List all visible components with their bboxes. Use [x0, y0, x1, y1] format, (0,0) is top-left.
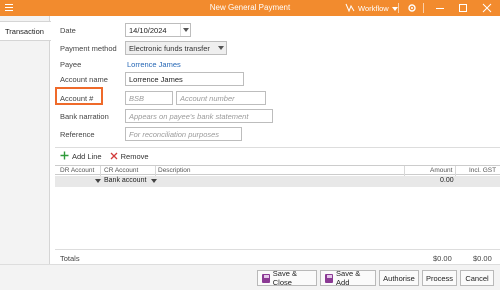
bsb-placeholder: BSB [129, 94, 145, 103]
payment-method-value: Electronic funds transfer [129, 44, 210, 53]
totals-row: Totals $0.00 $0.00 [55, 249, 500, 265]
reference-label: Reference [60, 130, 95, 139]
bsb-field[interactable]: BSB [125, 91, 173, 105]
reference-field[interactable]: For reconciliation purposes [125, 127, 242, 141]
process-label: Process [425, 273, 454, 283]
column-header-amount[interactable]: Amount [427, 166, 452, 176]
title-bar: New General Payment Workflow [0, 0, 500, 16]
table-row[interactable]: Bank account 0.00 [55, 176, 500, 187]
account-number-field[interactable]: Account number [176, 91, 266, 105]
column-divider[interactable] [455, 166, 456, 176]
chevron-down-icon [391, 4, 398, 13]
plus-icon [60, 151, 69, 162]
remove-button[interactable]: Remove [110, 152, 149, 162]
date-value: 14/10/2024 [129, 26, 167, 35]
window-title: New General Payment [209, 3, 291, 12]
date-field[interactable]: 14/10/2024 [125, 23, 191, 37]
title-separator [423, 3, 424, 13]
collapse-chevron-icon[interactable] [95, 178, 101, 185]
add-line-label: Add Line [72, 152, 102, 161]
cancel-button[interactable]: Cancel [460, 270, 494, 286]
reference-placeholder: For reconciliation purposes [129, 130, 220, 139]
chevron-down-icon[interactable] [180, 24, 190, 36]
column-header-dr-account[interactable]: DR Account [57, 166, 94, 176]
account-name-label: Account name [60, 75, 108, 84]
title-separator [398, 3, 399, 13]
grid-toolbar: Add Line Remove [55, 148, 500, 165]
process-button[interactable]: Process [422, 270, 457, 286]
row-amount: 0.00 [440, 177, 454, 184]
tab-transaction[interactable]: Transaction [0, 21, 51, 41]
maximize-icon[interactable] [457, 2, 469, 14]
save-close-label: Save & Close [272, 269, 297, 287]
date-label: Date [60, 26, 76, 35]
save-close-button[interactable]: Save & Close [257, 269, 317, 287]
gear-icon[interactable] [406, 2, 418, 14]
column-header-incl-gst[interactable]: Incl. GST [466, 166, 496, 176]
account-number-placeholder: Account number [180, 94, 235, 103]
bank-narration-label: Bank narration [60, 112, 109, 121]
add-line-button[interactable]: Add Line [60, 151, 102, 162]
payment-method-label: Payment method [60, 44, 117, 53]
chevron-down-icon[interactable] [151, 178, 157, 185]
payee-link[interactable]: Lorrence James [127, 60, 181, 69]
totals-incl-gst: $0.00 [473, 254, 492, 263]
bank-narration-placeholder: Appears on payee's bank statement [129, 112, 249, 121]
workflow-label: Workflow [358, 4, 389, 13]
save-icon [262, 273, 270, 283]
column-header-description[interactable]: Description [155, 166, 191, 176]
workflow-icon [345, 3, 355, 14]
tab-transaction-label: Transaction [5, 27, 44, 36]
payment-method-select[interactable]: Electronic funds transfer [125, 41, 227, 55]
bank-narration-field[interactable]: Appears on payee's bank statement [125, 109, 273, 123]
account-name-field[interactable]: Lorrence James [125, 72, 244, 86]
workflow-menu[interactable]: Workflow [345, 3, 398, 14]
remove-label: Remove [120, 152, 149, 161]
cancel-label: Cancel [465, 273, 489, 283]
row-account: Bank account [104, 177, 147, 184]
lines-grid: Add Line Remove DR Account CR Account De… [55, 147, 500, 264]
authorise-label: Authorise [383, 273, 415, 283]
authorise-button[interactable]: Authorise [379, 270, 419, 286]
remove-x-icon [110, 152, 118, 162]
account-name-value: Lorrence James [129, 75, 183, 84]
totals-label: Totals [60, 254, 80, 263]
close-icon[interactable] [481, 2, 493, 14]
chevron-down-icon [216, 42, 226, 54]
payee-label: Payee [60, 60, 82, 69]
minimize-icon[interactable] [434, 2, 446, 14]
side-tabs: Transaction [0, 16, 51, 290]
column-divider[interactable] [404, 166, 405, 176]
account-number-highlight [55, 87, 103, 105]
footer-bar: Save & Close Save & Add Authorise Proces… [0, 264, 500, 290]
save-icon [325, 273, 334, 283]
column-header-cr-account[interactable]: CR Account [101, 166, 138, 176]
totals-amount: $0.00 [433, 254, 452, 263]
grid-header: DR Account CR Account Description Amount… [55, 165, 500, 176]
save-add-button[interactable]: Save & Add [320, 269, 376, 287]
save-add-label: Save & Add [336, 269, 361, 287]
